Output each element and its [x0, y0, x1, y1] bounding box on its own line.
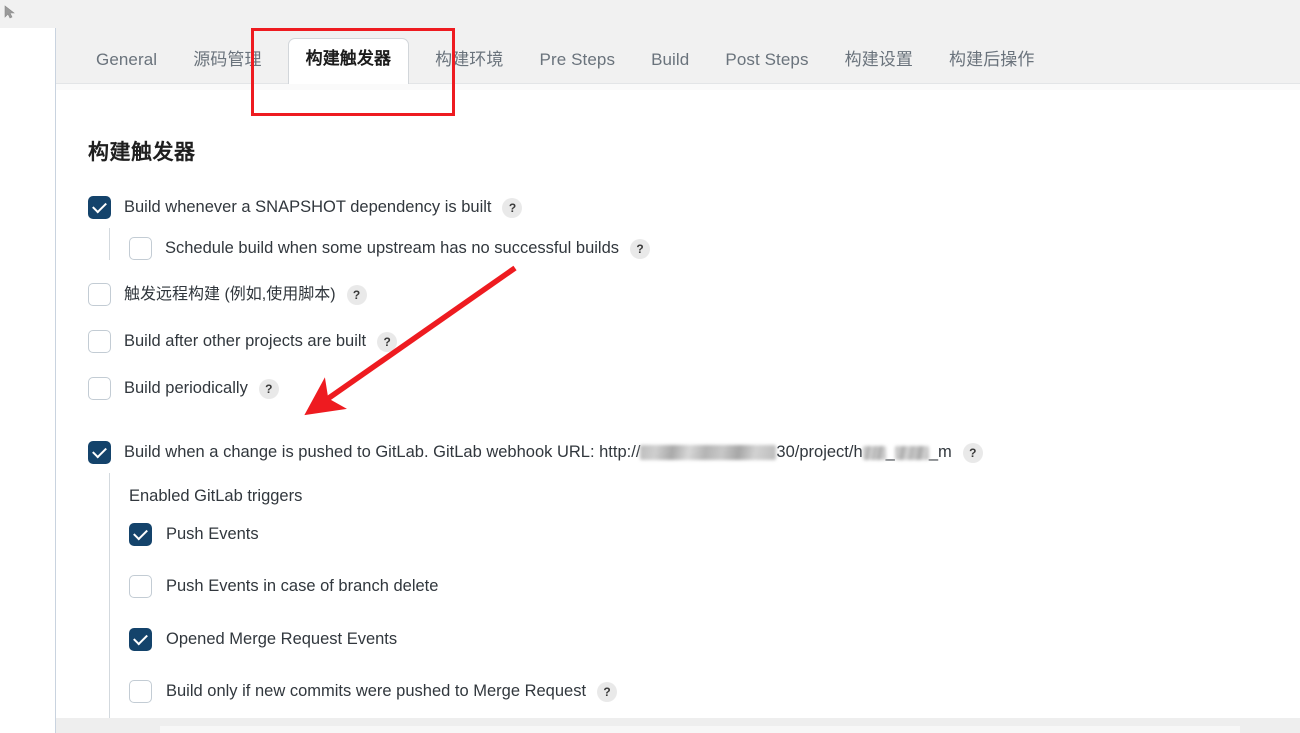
- tab-4[interactable]: Pre Steps: [540, 51, 616, 84]
- checkbox-build-only-new-commits[interactable]: [129, 680, 152, 703]
- redacted-host-block: [640, 445, 777, 460]
- redacted-project-block-2: [894, 446, 929, 460]
- tab-7[interactable]: 构建设置: [845, 51, 913, 84]
- cursor-arrow-icon: [4, 5, 15, 19]
- help-icon-snapshot-dependency[interactable]: ?: [502, 197, 523, 218]
- checkbox-remote-trigger[interactable]: [88, 283, 111, 306]
- gitlab-webhook-url-text: Build when a change is pushed to GitLab.…: [124, 443, 952, 462]
- help-icon-remote-trigger[interactable]: ?: [346, 284, 367, 305]
- gitlab-event-row-push-events-branch-delete: Push Events in case of branch delete: [129, 575, 438, 598]
- tab-5[interactable]: Build: [651, 51, 689, 84]
- label-snapshot-dependency: Build whenever a SNAPSHOT dependency is …: [124, 198, 492, 217]
- tab-bar: General 源码管理 构建触发器 构建环境 Pre Steps Build Post S…: [56, 28, 1300, 84]
- checkbox-opened-merge-request-events[interactable]: [129, 628, 152, 651]
- nesting-guide-snapshot: [109, 228, 111, 260]
- page-title: 构建触发器: [88, 141, 196, 164]
- gitlab-label-prefix: Build when a change is pushed to GitLab.…: [124, 443, 641, 461]
- trigger-row-after-other-projects: Build after other projects are built?: [88, 330, 398, 353]
- trigger-row-remote-trigger: 触发远程构建 (例如,使用脚本)?: [88, 283, 367, 306]
- application-window: General 源码管理 构建触发器 构建环境 Pre Steps Build Post S…: [0, 0, 1300, 733]
- enabled-gitlab-triggers-heading: Enabled GitLab triggers: [129, 487, 303, 505]
- checkbox-after-other-projects[interactable]: [88, 330, 111, 353]
- trigger-row-gitlab-push: Build when a change is pushed to GitLab.…: [88, 441, 983, 464]
- tab-3[interactable]: 构建环境: [435, 51, 503, 84]
- gitlab-url-tail-c: _m: [928, 443, 952, 461]
- label-build-periodically: Build periodically: [124, 379, 248, 398]
- gitlab-url-port-path: 30/project/: [776, 443, 854, 461]
- tab-list: General 源码管理 构建触发器 构建环境 Pre Steps Build Post S…: [56, 28, 1053, 84]
- checkbox-snapshot-dependency[interactable]: [88, 196, 111, 219]
- tab-active-2[interactable]: 构建触发器: [287, 38, 410, 84]
- help-icon-schedule-upstream[interactable]: ?: [630, 238, 651, 259]
- gitlab-event-row-opened-merge-request-events: Opened Merge Request Events: [129, 628, 397, 651]
- tab-8[interactable]: 构建后操作: [949, 51, 1035, 84]
- tab-1[interactable]: 源码管理: [193, 51, 261, 84]
- nesting-guide-gitlab: [109, 473, 111, 733]
- bottom-band-highlight: [160, 726, 1240, 733]
- gitlab-event-row-push-events: Push Events: [129, 523, 259, 546]
- label-after-other-projects: Build after other projects are built: [124, 332, 367, 351]
- label-push-events-branch-delete: Push Events in case of branch delete: [166, 577, 439, 596]
- checkbox-build-periodically[interactable]: [88, 377, 111, 400]
- label-push-events: Push Events: [166, 525, 259, 544]
- label-remote-trigger: 触发远程构建 (例如,使用脚本): [124, 285, 336, 303]
- gitlab-url-tail-a: h: [853, 443, 863, 461]
- left-sidebar-panel: [0, 28, 56, 733]
- top-chrome-strip: [0, 0, 1300, 28]
- trigger-row-snapshot-dependency: Build whenever a SNAPSHOT dependency is …: [88, 196, 523, 219]
- gitlab-url-tail-b: _: [885, 443, 895, 461]
- label-build-only-new-commits: Build only if new commits were pushed to…: [166, 682, 587, 701]
- help-icon-gitlab-push[interactable]: ?: [962, 442, 983, 463]
- checkbox-schedule-upstream[interactable]: [129, 237, 152, 260]
- label-schedule-upstream: Schedule build when some upstream has no…: [165, 239, 620, 258]
- gitlab-event-row-build-only-new-commits: Build only if new commits were pushed to…: [129, 680, 618, 703]
- main-column: General 源码管理 构建触发器 构建环境 Pre Steps Build Post S…: [56, 28, 1300, 733]
- trigger-row-build-periodically: Build periodically?: [88, 377, 279, 400]
- checkbox-push-events[interactable]: [129, 523, 152, 546]
- trigger-row-schedule-upstream: Schedule build when some upstream has no…: [129, 237, 651, 260]
- tab-6[interactable]: Post Steps: [725, 51, 808, 84]
- help-icon-build-only-new-commits[interactable]: ?: [597, 681, 618, 702]
- help-icon-build-periodically[interactable]: ?: [258, 378, 279, 399]
- label-opened-merge-request-events: Opened Merge Request Events: [166, 630, 398, 649]
- help-icon-after-other-projects[interactable]: ?: [377, 331, 398, 352]
- checkbox-push-events-branch-delete[interactable]: [129, 575, 152, 598]
- tab-0[interactable]: General: [96, 51, 157, 84]
- redacted-project-block-1: [862, 446, 886, 460]
- content-area: 构建触发器 Build whenever a SNAPSHOT dependen…: [56, 90, 1300, 733]
- checkbox-gitlab-push[interactable]: [88, 441, 111, 464]
